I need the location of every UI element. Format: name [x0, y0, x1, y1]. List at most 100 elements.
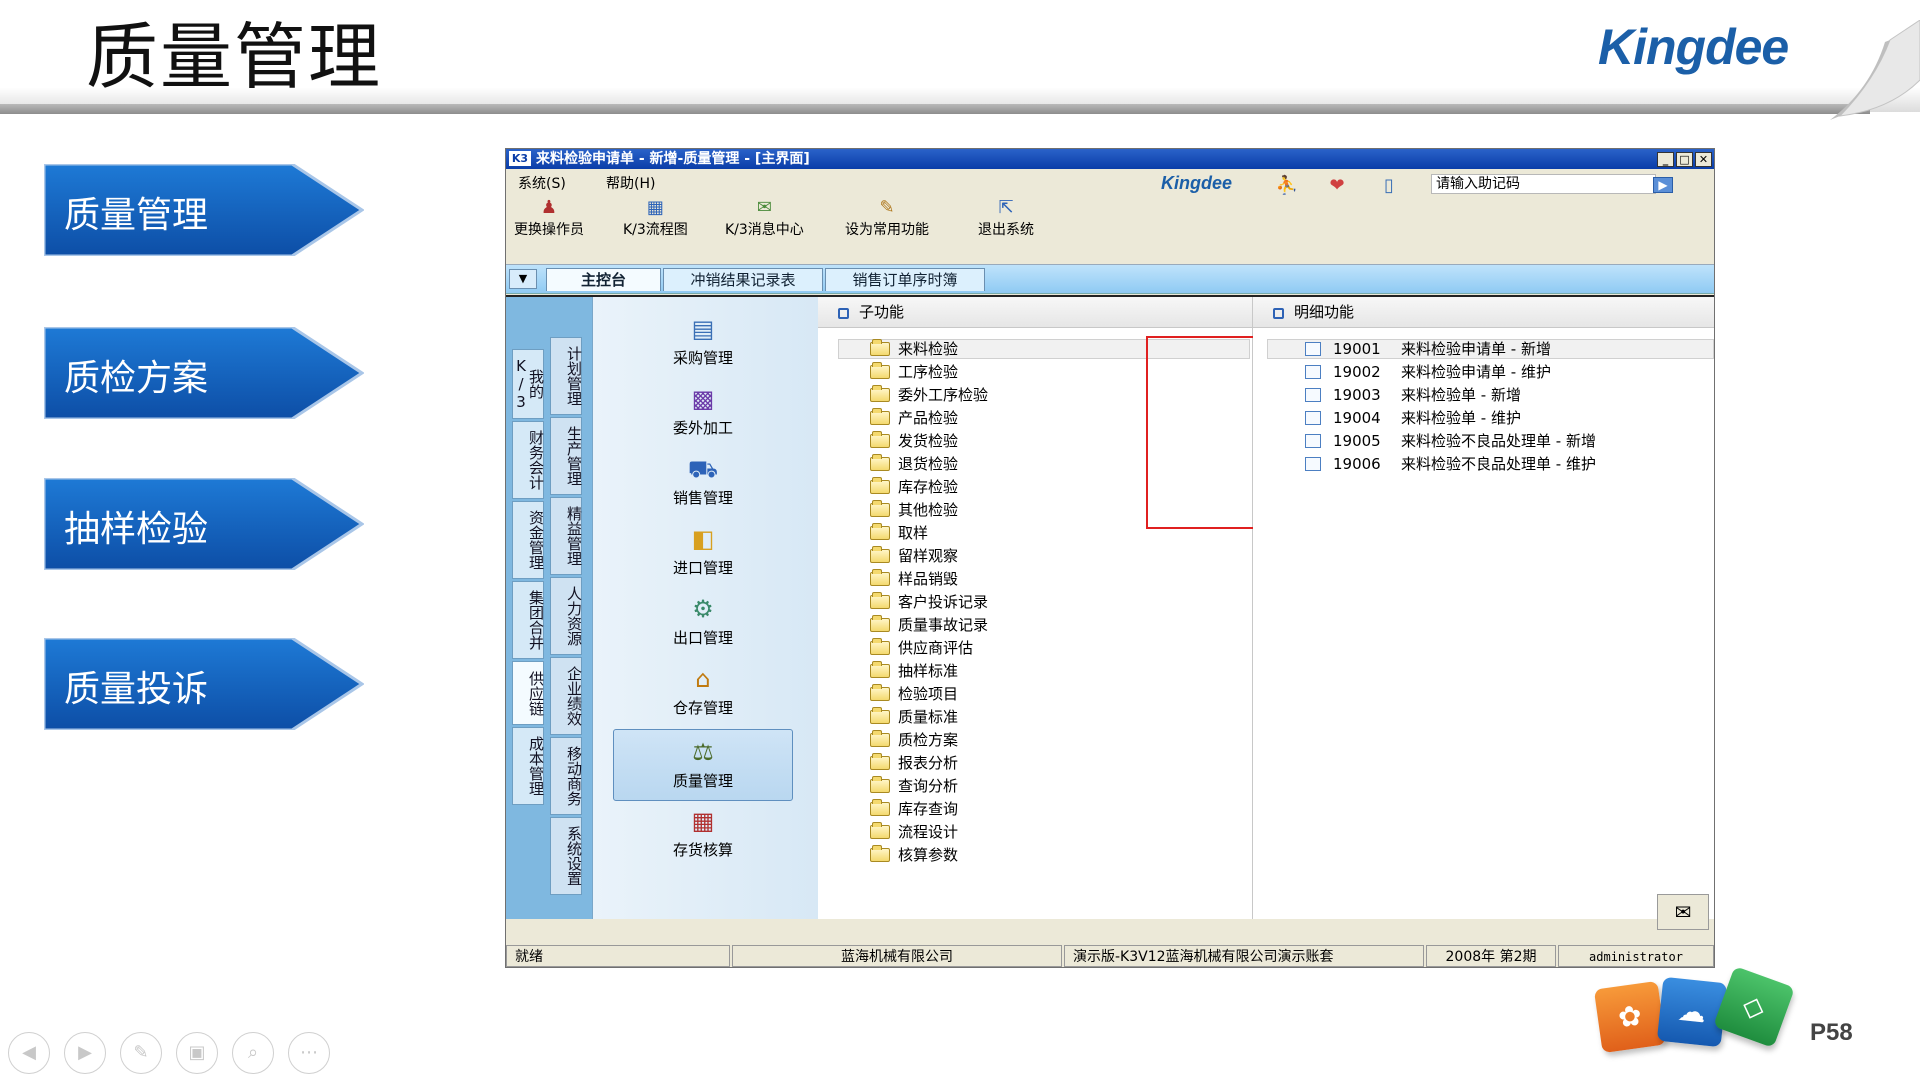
module-import[interactable]: ◧ 进口管理 [613, 521, 793, 589]
change-operator-button[interactable]: ♟ 更换操作员 [514, 197, 584, 239]
play-icon[interactable]: ▶ [64, 1032, 106, 1074]
help-code-go-icon[interactable]: ▶ [1653, 177, 1673, 193]
detail-function-panel: 明细功能 19001 来料检验申请单 - 新增 19002 来料检验申请单 - 维护 1… [1253, 297, 1714, 919]
sub-function-item[interactable]: 发货检验 [870, 431, 958, 451]
chevron-down-icon[interactable]: ▼ [509, 269, 537, 289]
module-purchase[interactable]: ▤ 采购管理 [613, 311, 793, 379]
tab-main-console[interactable]: 主控台 [546, 268, 661, 291]
sub-function-item[interactable]: 取样 [870, 523, 928, 543]
module-warehouse[interactable]: ⌂ 仓存管理 [613, 661, 793, 729]
nav-quality-complaint[interactable]: 质量投诉 [44, 638, 364, 730]
mail-icon[interactable]: ✉ [1657, 894, 1709, 930]
nav-sampling-inspection[interactable]: 抽样检验 [44, 478, 364, 570]
minimize-icon[interactable]: _ [1657, 152, 1674, 167]
sub-function-item[interactable]: 质量事故记录 [870, 615, 988, 635]
scale-icon: ⚖ [692, 738, 714, 766]
sub-function-item[interactable]: 客户投诉记录 [870, 592, 988, 612]
pen-icon[interactable]: ✎ [120, 1032, 162, 1074]
sub-function-item[interactable]: 留样观察 [870, 546, 958, 566]
sub-function-label: 样品销毁 [898, 570, 959, 588]
vtab-hr[interactable]: 人力资源 [550, 577, 583, 655]
tab-write-off-records[interactable]: 冲销结果记录表 [663, 268, 823, 291]
vtab-mobile[interactable]: 移动商务 [550, 737, 583, 815]
vtab-my-k3[interactable]: 我的K/3 [512, 349, 545, 419]
vtab-supply-chain[interactable]: 供应链 [512, 661, 545, 725]
set-favorite-button[interactable]: ✎ 设为常用功能 [845, 197, 929, 239]
nav-label: 质量投诉 [64, 669, 209, 710]
sub-function-label: 产品检验 [898, 409, 959, 427]
sub-function-item[interactable]: 质量标准 [870, 707, 958, 727]
module-export[interactable]: ⚙ 出口管理 [613, 591, 793, 659]
sub-function-item[interactable]: 产品检验 [870, 408, 958, 428]
vtab-funds[interactable]: 资金管理 [512, 501, 545, 579]
vtab-system-settings[interactable]: 系统设置 [550, 817, 583, 895]
apps-cube-icon: ✿ [1593, 980, 1667, 1054]
sub-function-item[interactable]: 供应商评估 [870, 638, 973, 658]
sub-function-item[interactable]: 样品销毁 [870, 569, 958, 589]
heart-globe-icon[interactable]: ❤ [1324, 175, 1350, 197]
folder-icon [870, 408, 890, 425]
phone-icon[interactable]: ▯ [1376, 175, 1402, 197]
tab-sales-order-list[interactable]: 销售订单序时簿 [825, 268, 985, 291]
layout-icon[interactable]: ▣ [176, 1032, 218, 1074]
folder-icon [870, 638, 890, 655]
toolbar-label: K/3消息中心 [725, 222, 804, 238]
panel-bullet-icon [1273, 308, 1284, 319]
cloud-cube-icon: ☁ [1656, 976, 1728, 1048]
sub-function-item[interactable]: 其他检验 [870, 500, 958, 520]
sub-function-item[interactable]: 检验项目 [870, 684, 958, 704]
nav-label: 质量管理 [64, 195, 209, 236]
status-bar: 就绪 蓝海机械有限公司 演示版-K3V12蓝海机械有限公司演示账套 2008年 … [506, 945, 1714, 967]
sub-function-item[interactable]: 流程设计 [870, 822, 958, 842]
sub-function-item[interactable]: 来料检验 [870, 339, 958, 359]
detail-function-header-label: 明细功能 [1294, 303, 1355, 321]
maximize-icon[interactable]: □ [1676, 152, 1693, 167]
close-icon[interactable]: ✕ [1695, 152, 1712, 167]
sub-function-item[interactable]: 工序检验 [870, 362, 958, 382]
sub-function-item[interactable]: 退货检验 [870, 454, 958, 474]
detail-function-item[interactable]: 19005 来料检验不良品处理单 - 新增 [1305, 431, 1596, 451]
module-outsourcing[interactable]: ▩ 委外加工 [613, 381, 793, 449]
truck-icon: ⛟ [687, 455, 719, 483]
sub-function-item[interactable]: 抽样标准 [870, 661, 958, 681]
sub-function-item[interactable]: 质检方案 [870, 730, 958, 750]
sub-function-item[interactable]: 委外工序检验 [870, 385, 988, 405]
module-quality[interactable]: ⚖ 质量管理 [613, 729, 793, 801]
sub-function-item[interactable]: 核算参数 [870, 845, 958, 865]
sub-function-item[interactable]: 库存检验 [870, 477, 958, 497]
exit-system-button[interactable]: ⇱ 退出系统 [978, 197, 1034, 239]
detail-function-item[interactable]: 19003 来料检验单 - 新增 [1305, 385, 1521, 405]
sub-function-item[interactable]: 库存查询 [870, 799, 958, 819]
prev-icon[interactable]: ◀ [8, 1032, 50, 1074]
vtab-group-consolidation[interactable]: 集团合并 [512, 581, 545, 659]
diamond-cube-icon: ◇ [1712, 965, 1796, 1049]
help-code-input[interactable]: 请输入助记码 [1431, 174, 1656, 194]
detail-function-item[interactable]: 19006 来料检验不良品处理单 - 维护 [1305, 454, 1596, 474]
vtab-finance[interactable]: 财务会计 [512, 421, 545, 499]
detail-function-item[interactable]: 19002 来料检验申请单 - 维护 [1305, 362, 1551, 382]
module-sales[interactable]: ⛟ 销售管理 [613, 451, 793, 519]
sub-function-label: 质量标准 [898, 708, 959, 726]
k3-message-center-button[interactable]: ✉ K/3消息中心 [725, 197, 804, 239]
nav-inspection-plan[interactable]: 质检方案 [44, 327, 364, 419]
people-icon[interactable]: ⛹ [1274, 175, 1300, 197]
vtab-lean[interactable]: 精益管理 [550, 497, 583, 575]
module-inventory-costing[interactable]: ▦ 存货核算 [613, 803, 793, 871]
k3-flowchart-button[interactable]: ▦ K/3流程图 [623, 197, 688, 239]
detail-function-item[interactable]: 19001 来料检验申请单 - 新增 [1305, 339, 1551, 359]
menu-help[interactable]: 帮助(H) [606, 173, 655, 193]
vtab-cost[interactable]: 成本管理 [512, 727, 545, 805]
status-account-set: 演示版-K3V12蓝海机械有限公司演示账套 [1064, 945, 1424, 967]
vtab-performance[interactable]: 企业绩效 [550, 657, 583, 735]
sub-function-item[interactable]: 查询分析 [870, 776, 958, 796]
vtab-planning[interactable]: 计划管理 [550, 337, 583, 415]
nav-quality-management[interactable]: 质量管理 [44, 164, 364, 256]
vtab-production[interactable]: 生产管理 [550, 417, 583, 495]
more-icon[interactable]: ⋯ [288, 1032, 330, 1074]
sub-function-item[interactable]: 报表分析 [870, 753, 958, 773]
folder-icon [870, 569, 890, 586]
zoom-icon[interactable]: ⌕ [232, 1032, 274, 1074]
detail-function-item[interactable]: 19004 来料检验单 - 维护 [1305, 408, 1521, 428]
menu-system[interactable]: 系统(S) [518, 173, 566, 193]
folder-icon [870, 822, 890, 839]
